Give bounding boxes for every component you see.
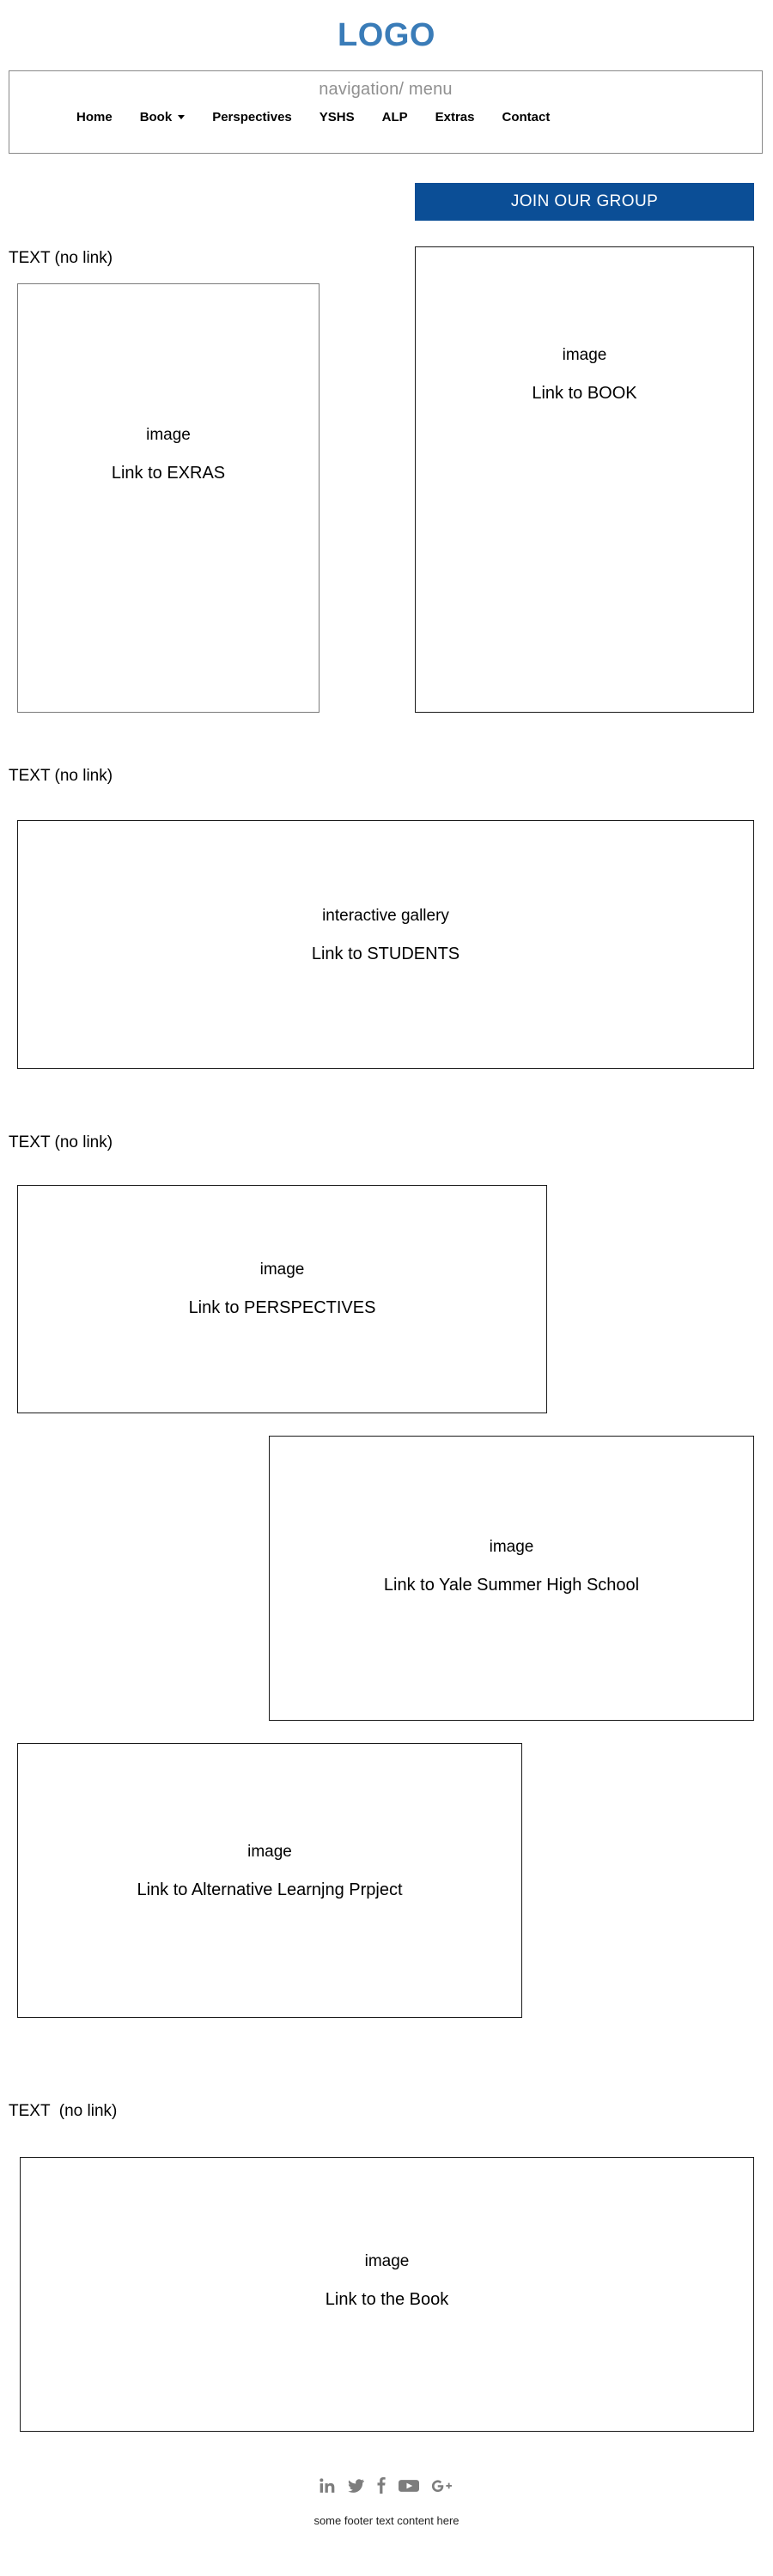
section-label-4: TEXT (no link) (9, 2102, 118, 2120)
nav-item-extras-label: Extras (435, 110, 475, 125)
nav-item-extras[interactable]: Extras (435, 110, 475, 125)
facebook-icon[interactable] (376, 2477, 387, 2494)
card-alp-content: image Link to Alternative Learnjng Prpje… (18, 1843, 521, 1900)
site-footer: some footer text content here (0, 2473, 773, 2527)
section-label-2: TEXT (no link) (9, 767, 113, 785)
section-label-1: TEXT (no link) (9, 249, 113, 267)
nav-item-perspectives[interactable]: Perspectives (212, 110, 292, 125)
card-yshs-kind: image (489, 1538, 534, 1556)
twitter-icon[interactable] (347, 2477, 365, 2494)
nav-item-alp-label: ALP (381, 110, 408, 125)
card-book-content: image Link to BOOK (416, 346, 753, 404)
card-yshs-link[interactable]: Link to Yale Summer High School (270, 1576, 753, 1595)
nav-item-home-label: Home (76, 110, 113, 125)
site-logo[interactable]: LOGO (0, 19, 773, 52)
join-our-group-button[interactable]: JOIN OUR GROUP (415, 183, 754, 221)
nav-item-home[interactable]: Home (76, 110, 113, 125)
nav-item-contact[interactable]: Contact (502, 110, 551, 125)
card-students-content: interactive gallery Link to STUDENTS (18, 907, 773, 964)
nav-item-yshs[interactable]: YSHS (320, 110, 355, 125)
card-perspectives-link[interactable]: Link to PERSPECTIVES (18, 1298, 546, 1318)
card-book[interactable]: image Link to BOOK (415, 246, 754, 713)
card-alp-link[interactable]: Link to Alternative Learnjng Prpject (18, 1880, 521, 1900)
nav-item-yshs-label: YSHS (319, 110, 355, 125)
nav-item-perspectives-label: Perspectives (212, 110, 292, 125)
card-book-kind: image (562, 346, 607, 364)
nav-item-book-label: Book (139, 110, 173, 125)
card-extras-link[interactable]: Link to EXRAS (18, 464, 319, 483)
navigation-bar: navigation/ menu Home Book Perspectives … (9, 70, 763, 154)
card-students-gallery[interactable]: interactive gallery Link to STUDENTS (17, 820, 754, 1069)
card-yshs[interactable]: image Link to Yale Summer High School (269, 1436, 754, 1721)
nav-item-book[interactable]: Book (140, 110, 186, 125)
card-the-book-kind: image (364, 2252, 410, 2270)
navigation-caption: navigation/ menu (319, 80, 453, 99)
card-perspectives[interactable]: image Link to PERSPECTIVES (17, 1185, 547, 1413)
card-the-book-link[interactable]: Link to the Book (21, 2290, 753, 2310)
card-extras-content: image Link to EXRAS (18, 426, 319, 483)
card-book-link[interactable]: Link to BOOK (416, 384, 753, 404)
card-perspectives-content: image Link to PERSPECTIVES (18, 1261, 546, 1318)
card-extras[interactable]: image Link to EXRAS (17, 283, 320, 713)
card-the-book[interactable]: image Link to the Book (20, 2157, 754, 2432)
card-students-kind: interactive gallery (322, 907, 449, 925)
footer-text: some footer text content here (313, 2514, 460, 2527)
linkedin-icon[interactable] (319, 2477, 336, 2494)
card-perspectives-kind: image (259, 1261, 305, 1279)
card-the-book-content: image Link to the Book (21, 2252, 772, 2310)
googleplus-icon[interactable] (430, 2477, 454, 2494)
navigation-menu: Home Book Perspectives YSHS ALP Extras C… (76, 110, 550, 125)
nav-item-contact-label: Contact (502, 110, 551, 125)
chevron-down-icon (178, 115, 186, 119)
youtube-icon[interactable] (399, 2477, 419, 2494)
card-yshs-content: image Link to Yale Summer High School (270, 1538, 753, 1595)
card-alp-kind: image (247, 1843, 292, 1861)
card-alp[interactable]: image Link to Alternative Learnjng Prpje… (17, 1743, 522, 2018)
nav-item-alp[interactable]: ALP (382, 110, 408, 125)
card-extras-kind: image (146, 426, 191, 444)
card-students-link[interactable]: Link to STUDENTS (18, 945, 753, 964)
social-links (0, 2473, 773, 2499)
section-label-3: TEXT (no link) (9, 1133, 113, 1151)
